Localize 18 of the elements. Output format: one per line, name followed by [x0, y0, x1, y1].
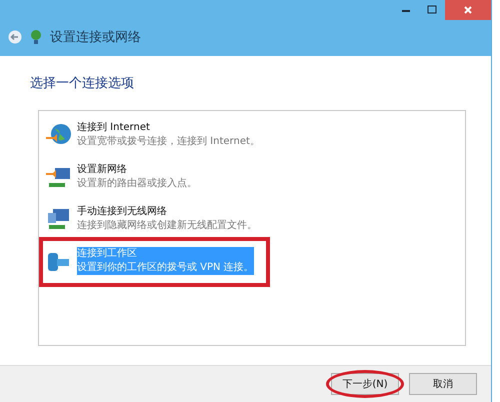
close-icon	[463, 5, 473, 15]
connection-option[interactable]: 手动连接到无线网络 连接到隐藏网络或创建新无线配置文件。	[43, 203, 259, 235]
option-description: 设置到你的工作区的拨号或 VPN 连接。	[77, 261, 254, 275]
back-icon[interactable]	[8, 30, 22, 44]
option-title: 手动连接到无线网络	[77, 205, 168, 219]
connection-option[interactable]: 设置新网络 设置新的路由器或接入点。	[43, 161, 199, 193]
option-description: 连接到隐藏网络或创建新无线配置文件。	[77, 219, 257, 233]
maximize-icon	[427, 5, 437, 15]
connection-option[interactable]: 连接到 Internet 设置宽带或拨号连接，连接到 Internet。	[43, 119, 262, 151]
dialog-button[interactable]: 取消	[409, 373, 477, 395]
page-heading: 选择一个连接选项	[30, 75, 135, 92]
window-title: 设置连接或网络	[50, 29, 141, 46]
option-description: 设置宽带或拨号连接，连接到 Internet。	[77, 135, 260, 149]
option-title: 设置新网络	[77, 163, 128, 177]
option-title: 连接到工作区	[77, 247, 138, 261]
option-title: 连接到 Internet	[77, 121, 151, 135]
close-button[interactable]	[445, 0, 491, 20]
option-description: 设置新的路由器或接入点。	[77, 177, 197, 191]
